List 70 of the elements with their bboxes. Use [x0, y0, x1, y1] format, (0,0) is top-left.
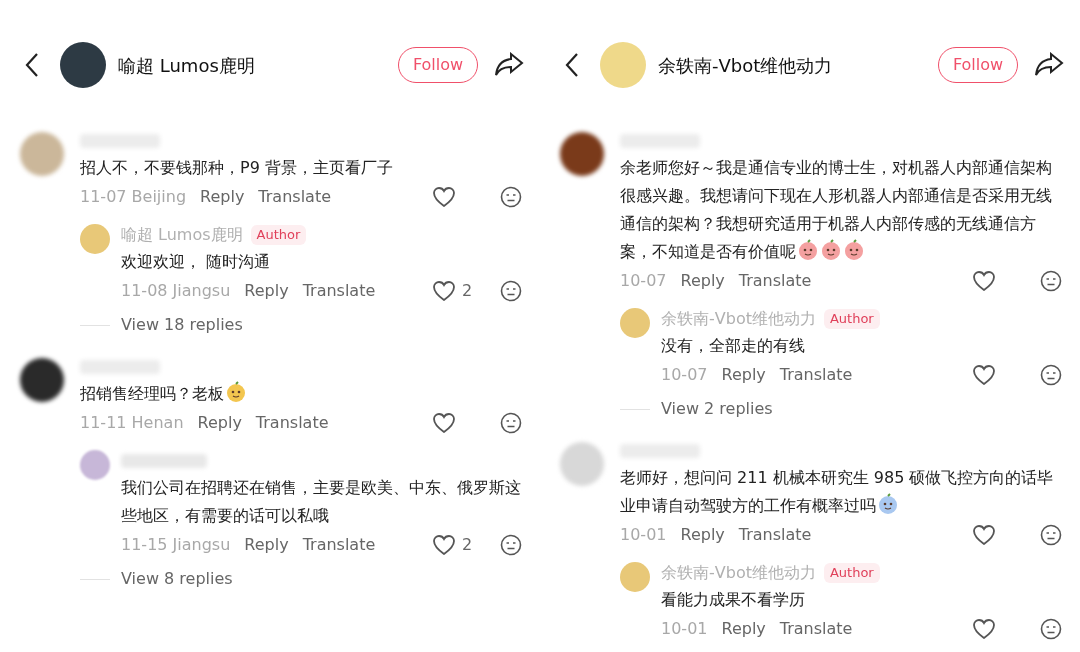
sticker-icon: [843, 239, 865, 261]
heart-icon[interactable]: [972, 524, 996, 546]
comment-text: 我们公司在招聘还在销售，主要是欧美、中东、俄罗斯这些地区，有需要的话可以私哦: [121, 477, 522, 527]
back-chevron-icon[interactable]: [564, 52, 580, 78]
translate-link[interactable]: Translate: [302, 533, 376, 557]
like-count: 2: [462, 534, 473, 556]
back-chevron-icon[interactable]: [24, 52, 40, 78]
comment-date: 10-07: [661, 364, 708, 386]
comment-date: 11-15 Jiangsu: [121, 534, 231, 556]
heart-icon[interactable]: [432, 280, 456, 302]
translate-link[interactable]: Translate: [738, 523, 812, 547]
reply-link[interactable]: Reply: [721, 363, 766, 387]
heart-icon[interactable]: [432, 412, 456, 434]
translate-link[interactable]: Translate: [258, 185, 331, 209]
profile-name: 喻超 Lumos鹿明: [118, 53, 255, 78]
view-replies-link[interactable]: View 2 replies: [661, 397, 773, 421]
dislike-face-icon[interactable]: [1040, 270, 1062, 292]
heart-icon[interactable]: [432, 186, 456, 208]
comment-date: 10-01: [620, 524, 667, 546]
sticker-icon: [225, 381, 247, 403]
comment-date: 11-08 Jiangsu: [121, 280, 231, 302]
author-badge: Author: [823, 309, 880, 329]
share-arrow-icon[interactable]: [494, 52, 524, 78]
dislike-face-icon[interactable]: [1040, 524, 1062, 546]
heart-icon[interactable]: [972, 364, 996, 386]
like-count: 2: [462, 280, 473, 302]
profile-name: 余轶南-Vbot维他动力: [658, 53, 833, 78]
comment-text: 招销售经理吗？老板: [80, 380, 530, 408]
view-replies-link[interactable]: View 18 replies: [121, 313, 243, 337]
translate-link[interactable]: Translate: [302, 279, 376, 303]
dislike-face-icon[interactable]: [500, 186, 522, 208]
translate-link[interactable]: Translate: [255, 411, 329, 435]
comment-date: 10-07: [620, 270, 667, 292]
reply-link[interactable]: Reply: [721, 617, 766, 641]
dislike-face-icon[interactable]: [1040, 364, 1062, 386]
reply-link[interactable]: Reply: [680, 523, 725, 547]
heart-icon[interactable]: [972, 270, 996, 292]
reply-link[interactable]: Reply: [244, 533, 289, 557]
avatar[interactable]: [560, 132, 604, 176]
sticker-icon: [820, 239, 842, 261]
comment-date: 11-07 Beijing: [80, 186, 187, 208]
comment-text: 老师好，想问问 211 机械本研究生 985 硕做飞控方向的话毕业申请自动驾驶方的工作有概率过吗: [620, 467, 1055, 517]
dislike-face-icon[interactable]: [500, 280, 522, 302]
reply-link[interactable]: Reply: [680, 269, 725, 293]
avatar[interactable]: [20, 358, 64, 402]
dislike-face-icon[interactable]: [500, 534, 522, 556]
sticker-icon: [877, 493, 899, 515]
reply-link[interactable]: Reply: [197, 411, 242, 435]
comment-text: 余老师您好～我是通信专业的博士生，对机器人内部通信架构很感兴趣。我想请问下现在人形机器人内部通信是否采用无线通信的架构？我想研究适用于机器人内部传感的无线通信方案，不知道是否有价值呢: [620, 157, 1053, 263]
heart-icon[interactable]: [972, 618, 996, 640]
profile-avatar[interactable]: [60, 42, 106, 88]
sticker-icon: [797, 239, 819, 261]
dislike-face-icon[interactable]: [500, 412, 522, 434]
reply-link[interactable]: Reply: [244, 279, 289, 303]
author-badge: Author: [823, 563, 880, 583]
share-arrow-icon[interactable]: [1034, 52, 1064, 78]
reply-link[interactable]: Reply: [200, 185, 245, 209]
translate-link[interactable]: Translate: [738, 269, 812, 293]
comment-text: 欢迎欢迎， 随时沟通: [121, 251, 272, 273]
dislike-face-icon[interactable]: [1040, 618, 1062, 640]
comment-text: 招人不，不要钱那种，P9 背景，主页看厂子: [80, 157, 394, 179]
translate-link[interactable]: Translate: [779, 617, 853, 641]
heart-icon[interactable]: [432, 534, 456, 556]
view-replies-link[interactable]: View 8 replies: [121, 567, 233, 591]
comment-text: 没有，全部走的有线: [661, 335, 806, 357]
comment-text: 看能力成果不看学历: [661, 589, 806, 611]
author-badge: Author: [250, 225, 307, 245]
comment-date: 10-01: [661, 618, 708, 640]
translate-link[interactable]: Translate: [779, 363, 853, 387]
comment-date: 11-11 Henan: [80, 412, 184, 434]
